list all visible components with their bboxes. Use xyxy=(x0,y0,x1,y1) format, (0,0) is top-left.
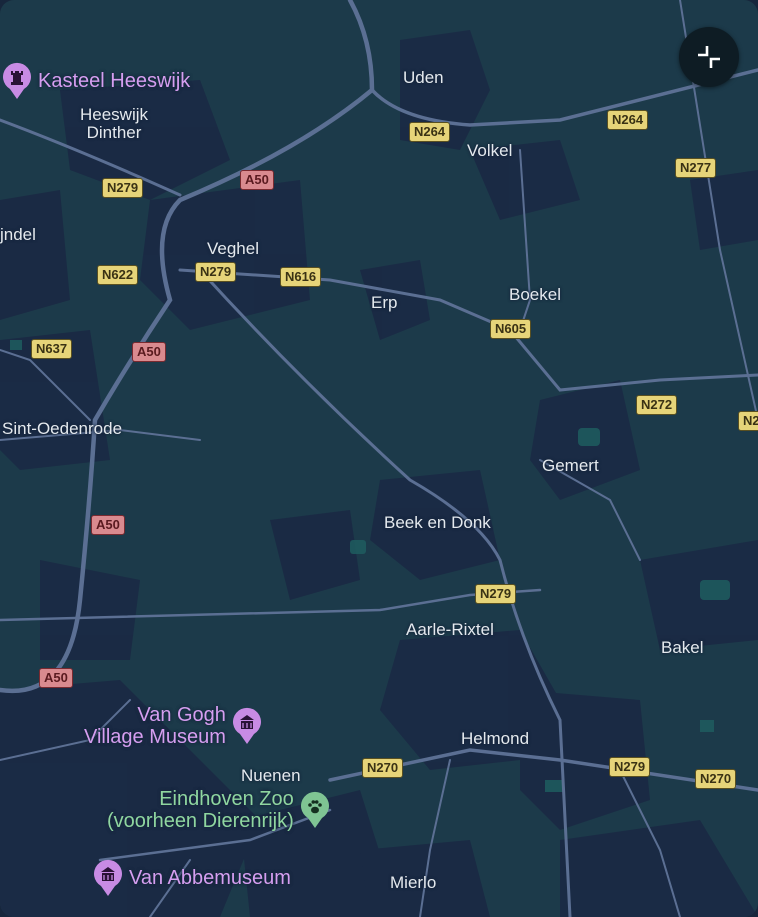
road-shield: N616 xyxy=(280,267,322,287)
poi-eindhoven-zoo[interactable]: Eindhoven Zoo (voorheen Dierenrijk) xyxy=(107,788,330,832)
place-label: Helmond xyxy=(461,729,530,748)
road-shield: N272 xyxy=(636,395,678,415)
place-label: Volkel xyxy=(467,141,513,160)
place-label: Uden xyxy=(403,68,444,87)
road-shield: N622 xyxy=(97,265,139,285)
place-label: Nuenen xyxy=(241,766,301,785)
place-label: Gemert xyxy=(542,456,599,475)
place-label: jndel xyxy=(0,225,36,244)
poi-van-gogh-village-museum[interactable]: Van Gogh Village Museum xyxy=(84,704,262,748)
place-label: Mierlo xyxy=(390,873,437,892)
road-shield: N279 xyxy=(195,262,237,282)
road-shield: N279 xyxy=(102,178,144,198)
road-shield: N2 xyxy=(738,411,758,431)
road-shield: A50 xyxy=(91,515,125,535)
poi-label-line: Village Museum xyxy=(84,726,226,748)
place-label-line: Dinther xyxy=(86,123,142,142)
road-shield: N279 xyxy=(475,584,517,604)
map-canvas[interactable]: Uden Heeswijk Dinther Volkel Veghel jnde… xyxy=(0,0,758,917)
museum-icon xyxy=(93,859,123,897)
road-shield: N277 xyxy=(675,158,717,178)
place-label: Sint-Oedenrode xyxy=(2,419,123,438)
road-shield: N605 xyxy=(490,319,532,339)
place-label: Heeswijk Dinther xyxy=(80,106,148,142)
road-shield: A50 xyxy=(240,170,274,190)
poi-label: Van Gogh Village Museum xyxy=(84,704,226,748)
road-shield: N637 xyxy=(31,339,73,359)
poi-label-line: Eindhoven Zoo xyxy=(159,788,294,810)
paw-icon xyxy=(300,791,330,829)
place-label: Boekel xyxy=(509,285,561,304)
place-label-line: Heeswijk xyxy=(80,105,149,124)
road-shield: N279 xyxy=(609,757,651,777)
poi-label-line: (voorheen Dierenrijk) xyxy=(107,810,294,832)
poi-label: Eindhoven Zoo (voorheen Dierenrijk) xyxy=(107,788,294,832)
road-shield: N264 xyxy=(409,122,451,142)
exit-fullscreen-icon xyxy=(698,46,720,68)
road-shield: N270 xyxy=(362,758,404,778)
poi-label: Kasteel Heeswijk xyxy=(38,70,191,92)
road-shield: A50 xyxy=(132,342,166,362)
urban-areas xyxy=(0,30,758,917)
place-label: Aarle-Rixtel xyxy=(406,620,494,639)
place-label: Veghel xyxy=(207,239,259,258)
road-shield: A50 xyxy=(39,668,73,688)
place-label: Erp xyxy=(371,293,398,312)
place-label: Bakel xyxy=(661,638,704,657)
place-label: Beek en Donk xyxy=(384,513,491,532)
museum-icon xyxy=(232,707,262,745)
poi-van-abbemuseum[interactable]: Van Abbemuseum xyxy=(93,859,291,897)
exit-fullscreen-button[interactable] xyxy=(679,27,739,87)
poi-label-line: Van Gogh xyxy=(137,704,226,726)
road-shield: N270 xyxy=(695,769,737,789)
road-shield: N264 xyxy=(607,110,649,130)
castle-icon xyxy=(2,62,32,100)
poi-label: Van Abbemuseum xyxy=(129,867,291,889)
poi-kasteel-heeswijk[interactable]: Kasteel Heeswijk xyxy=(2,62,190,100)
